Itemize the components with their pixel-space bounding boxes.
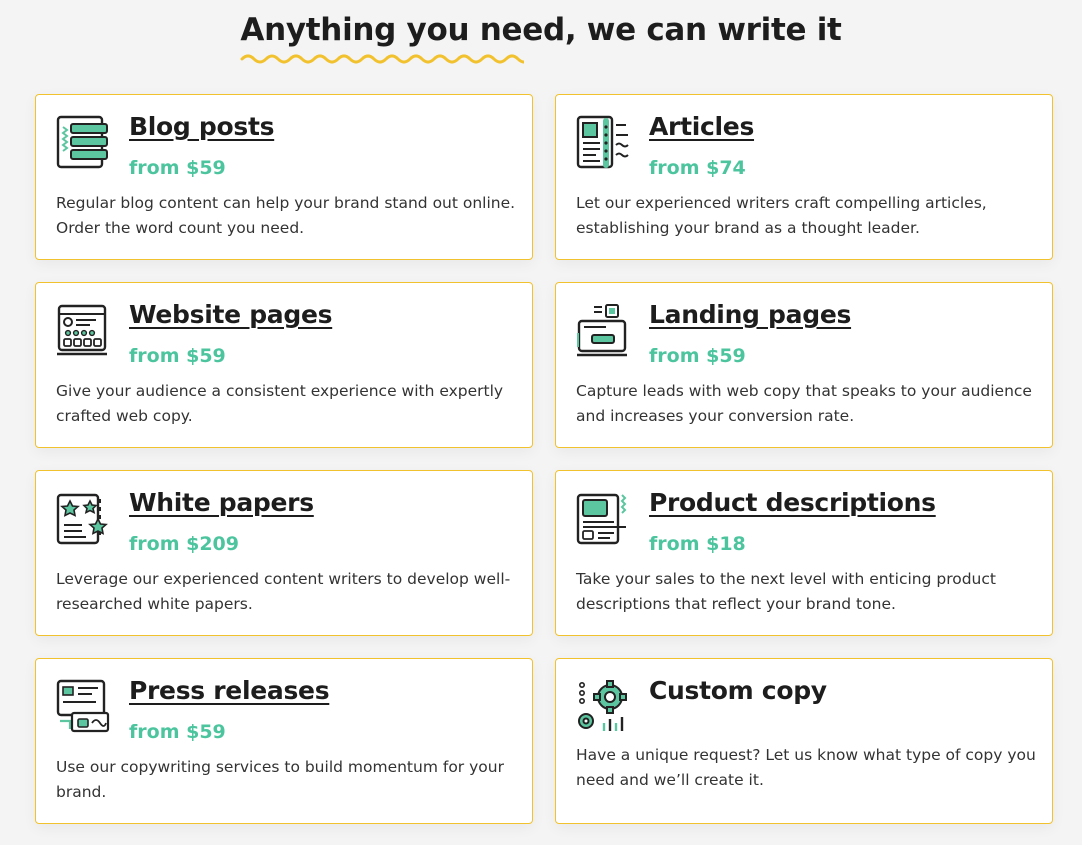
service-price: from $59 xyxy=(129,345,226,367)
squiggle-underline xyxy=(240,54,525,64)
service-description: Regular blog content can help your brand… xyxy=(56,194,516,237)
website-pages-icon xyxy=(57,304,107,356)
service-title-link[interactable]: Articles xyxy=(649,112,754,141)
service-card-press-releases: Press releases from $59 Use our copywrit… xyxy=(35,658,533,824)
press-releases-icon xyxy=(56,679,110,733)
service-card-landing-pages: Landing pages from $59 Capture leads wit… xyxy=(555,282,1053,448)
service-title-link[interactable]: Blog posts xyxy=(129,112,274,141)
service-description: Use our copywriting services to build mo… xyxy=(56,758,504,801)
service-card-product-descriptions: Product descriptions from $18 Take your … xyxy=(555,470,1053,636)
service-price: from $59 xyxy=(129,157,226,179)
service-description: Take your sales to the next level with e… xyxy=(576,570,996,613)
service-description: Leverage our experienced content writers… xyxy=(56,570,511,613)
white-papers-icon xyxy=(56,493,108,545)
service-price: from $74 xyxy=(649,157,746,179)
service-price: from $59 xyxy=(129,721,226,743)
service-price: from $209 xyxy=(129,533,239,555)
service-description: Have a unique request? Let us know what … xyxy=(576,746,1036,789)
service-price: from $18 xyxy=(649,533,746,555)
service-card-website-pages: Website pages from $59 Give your audienc… xyxy=(35,282,533,448)
service-title-link[interactable]: Website pages xyxy=(129,300,333,329)
service-price: from $59 xyxy=(649,345,746,367)
gear-icon xyxy=(578,680,627,731)
service-description: Give your audience a consistent experien… xyxy=(56,382,504,425)
service-description: Capture leads with web copy that speaks … xyxy=(576,382,1032,425)
landing-pages-icon xyxy=(577,304,627,357)
service-card-white-papers: White papers from $209 Leverage our expe… xyxy=(35,470,533,636)
service-title: Custom copy xyxy=(649,676,827,705)
articles-icon xyxy=(576,115,629,169)
section-header: Anything you need, we can write it xyxy=(0,12,1082,64)
service-card-blog-posts: Blog posts from $59 Regular blog content… xyxy=(35,94,533,260)
service-description: Let our experienced writers craft compel… xyxy=(576,194,987,237)
service-title-link[interactable]: Product descriptions xyxy=(649,488,936,517)
service-title-link[interactable]: White papers xyxy=(129,488,314,517)
service-card-custom-copy: Custom copy Have a unique request? Let u… xyxy=(555,658,1053,824)
product-descriptions-icon xyxy=(576,493,627,545)
service-card-articles: Articles from $74 Let our experienced wr… xyxy=(555,94,1053,260)
service-title-link[interactable]: Press releases xyxy=(129,676,330,705)
section-heading-text: Anything you need, we can write it xyxy=(240,12,842,48)
blog-posts-icon xyxy=(56,115,108,169)
service-title-link[interactable]: Landing pages xyxy=(649,300,851,329)
section-heading: Anything you need, we can write it xyxy=(240,12,842,64)
